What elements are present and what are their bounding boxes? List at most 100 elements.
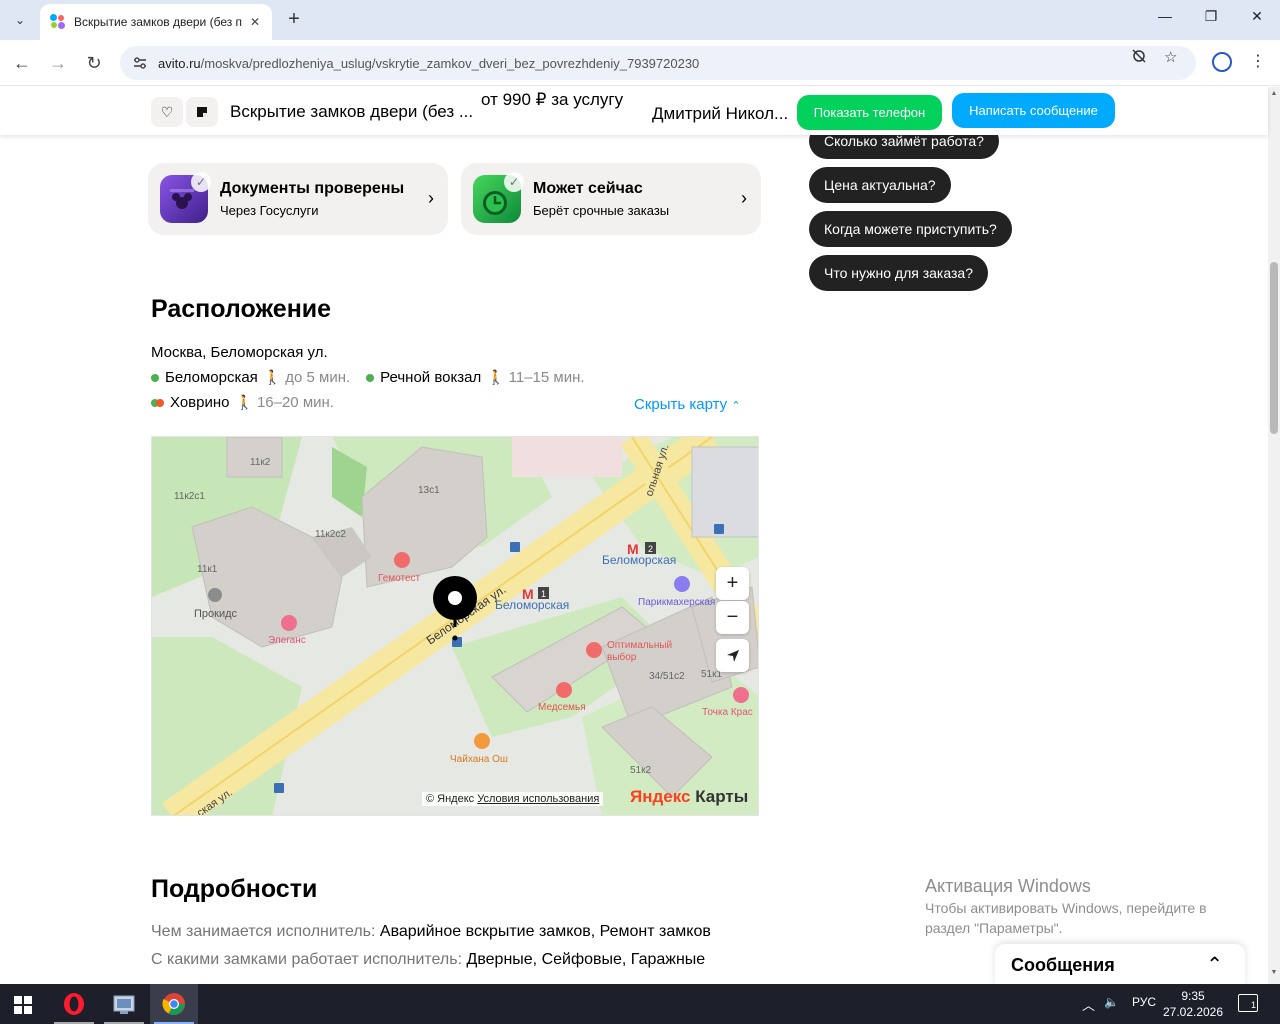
volume-icon[interactable]: 🔈 [1104, 995, 1119, 1009]
map-poi-label: Оптимальный [607, 640, 672, 651]
tab-search-icon[interactable]: ⌄ [8, 8, 32, 32]
walking-icon: 🚶 [263, 369, 282, 385]
chevron-up-icon: ⌃ [731, 400, 741, 412]
map-building-label: 11к2 [250, 457, 271, 468]
tab-title: Вскрытие замков двери (без п [74, 15, 242, 29]
badge-title: Документы проверены [220, 180, 405, 197]
scroll-down-icon[interactable]: ▼ [1270, 969, 1278, 976]
site-settings-icon[interactable] [132, 55, 148, 71]
minimize-icon[interactable]: — [1153, 8, 1177, 24]
chevron-right-icon: › [741, 188, 747, 208]
note-icon[interactable] [186, 97, 218, 127]
map-building-label: 11к1 [197, 564, 218, 575]
walking-icon: 🚶 [487, 369, 505, 385]
metro-time: 11–15 мин. [508, 369, 585, 386]
windows-taskbar: ︿ 🔈 РУС 9:35 27.02.2026 1 [0, 984, 1280, 1024]
browser-toolbar: ← → ↻ avito.ru/moskva/predlozheniya_uslu… [0, 40, 1280, 86]
windows-activation-title: Активация Windows [925, 876, 1091, 896]
scroll-up-icon[interactable]: ▲ [1270, 90, 1278, 97]
forward-icon[interactable]: → [46, 52, 70, 76]
address: Москва, Беломорская ул. [151, 344, 328, 361]
map-poi-label: Точка Крас [702, 707, 753, 718]
metro-line-dot [151, 373, 159, 382]
zoom-out-icon[interactable]: − [716, 601, 749, 634]
metro-list: Беломорская 🚶 до 5 мин. Речной вокзал 🚶 … [151, 369, 585, 386]
map-building-label: 13с1 [418, 485, 440, 496]
write-message-button[interactable]: Написать сообщение [952, 93, 1115, 128]
back-icon[interactable]: ← [10, 52, 34, 76]
scroll-thumb[interactable] [1270, 262, 1278, 434]
question-chip[interactable]: Что нужно для заказа? [809, 255, 988, 291]
check-icon: ✓ [191, 172, 211, 192]
sticky-header: ♡ Вскрытие замков двери (без ... от 990 … [0, 87, 1268, 135]
documents-verified-badge[interactable]: ✓ Документы проверены Через Госуслуги › [148, 163, 448, 235]
question-chip[interactable]: Цена актуальна? [809, 167, 951, 203]
tray-chevron-up-icon[interactable]: ︿ [1082, 995, 1095, 1014]
messages-title: Сообщения [1011, 955, 1115, 975]
map-building-label: 34/51с2 [649, 671, 685, 682]
tab-close-icon[interactable]: ✕ [250, 15, 260, 29]
badge-title: Может сейчас [533, 180, 643, 197]
detail-row: С какими замками работает исполнитель: Д… [151, 951, 706, 968]
metro-time: до 5 мин. [285, 369, 351, 386]
map-building-label: 11к2с2 [315, 529, 346, 540]
show-phone-button[interactable]: Показать телефон [797, 95, 942, 130]
yandex-maps-logo[interactable]: Яндекс Карты [630, 787, 748, 807]
zoom-in-icon[interactable]: + [716, 567, 749, 600]
metro-line-dot [366, 373, 375, 382]
check-icon: ✓ [504, 172, 524, 192]
opera-icon[interactable] [50, 984, 98, 1024]
map[interactable]: 11к2 11к2с1 13с1 11к2с2 11к1 Гемотест Пр… [151, 436, 759, 816]
favorite-heart-icon[interactable]: ♡ [151, 97, 183, 127]
chevron-up-icon[interactable]: ⌃ [1206, 952, 1223, 977]
metro-line-dot [156, 398, 164, 407]
taskbar-clock[interactable]: 9:35 27.02.2026 [1162, 988, 1224, 1020]
tracking-protection-icon[interactable] [1131, 48, 1147, 68]
map-poi-label: Элеганс [268, 635, 306, 646]
map-poi-label: Парикмахерская [638, 597, 715, 608]
map-building-label: 51к2 [630, 765, 651, 776]
bookmark-star-icon[interactable]: ☆ [1164, 48, 1177, 66]
hide-map-link[interactable]: Скрыть карту ⌃ [634, 396, 741, 413]
question-chip[interactable]: Когда можете приступить? [809, 211, 1012, 247]
detail-row: Чем занимается исполнитель: Аварийное вс… [151, 923, 711, 940]
map-poi-label: выбор [607, 651, 637, 663]
window-close-icon[interactable]: ✕ [1245, 8, 1269, 25]
input-language[interactable]: РУС [1132, 995, 1156, 1009]
map-poi-label: Медсемья [538, 702, 586, 713]
metro-time: 16–20 мин. [256, 394, 334, 411]
url-text: avito.ru/moskva/predlozheniya_uslug/vskr… [158, 55, 700, 71]
badge-subtitle: Через Госуслуги [220, 203, 319, 218]
metro-station: Речной вокзал [380, 369, 482, 386]
chrome-icon[interactable] [150, 984, 198, 1024]
map-poi-label: Чайхана Ош [450, 754, 508, 765]
page-scrollbar[interactable]: ▲ ▼ [1268, 87, 1280, 984]
available-now-badge[interactable]: ✓ Может сейчас Берёт срочные заказы › [461, 163, 761, 235]
profile-icon[interactable] [1212, 52, 1232, 72]
reload-icon[interactable]: ↻ [82, 52, 106, 76]
seller-name[interactable]: Дмитрий Никол... [652, 104, 788, 124]
browser-tab[interactable]: Вскрытие замков двери (без п ✕ [40, 4, 272, 40]
windows-activation-text: Чтобы активировать Windows, перейдите в [925, 900, 1207, 916]
details-heading: Подробности [151, 875, 318, 903]
avito-favicon-icon [50, 14, 66, 30]
map-terms-link[interactable]: Условия использования [477, 793, 599, 805]
notifications-icon[interactable]: 1 [1238, 994, 1258, 1012]
address-bar[interactable]: avito.ru/moskva/predlozheniya_uslug/vskr… [120, 46, 1196, 80]
walking-icon: 🚶 [235, 394, 253, 410]
browser-menu-icon[interactable]: ⋮ [1250, 52, 1266, 72]
listing-title: Вскрытие замков двери (без ... [230, 102, 474, 121]
browser-tabbar: ⌄ Вскрытие замков двери (без п ✕ + — ❐ ✕ [0, 0, 1280, 40]
map-metro-label: Беломорская [495, 598, 569, 612]
restore-icon[interactable]: ❐ [1199, 8, 1223, 25]
map-poi-label: Прокидс [194, 608, 238, 620]
file-manager-icon[interactable] [100, 984, 148, 1024]
map-poi-label: Гемотест [378, 573, 421, 584]
listing-price: от 990 ₽ за услугу [481, 90, 624, 109]
gosuslugi-icon: ✓ [160, 172, 211, 223]
windows-start-icon[interactable] [14, 996, 32, 1014]
messages-panel[interactable]: Сообщения ⌃ [995, 944, 1245, 984]
geolocation-icon[interactable] [716, 639, 749, 672]
new-tab-icon[interactable]: + [282, 8, 306, 32]
clock-time: 9:35 [1181, 989, 1205, 1003]
